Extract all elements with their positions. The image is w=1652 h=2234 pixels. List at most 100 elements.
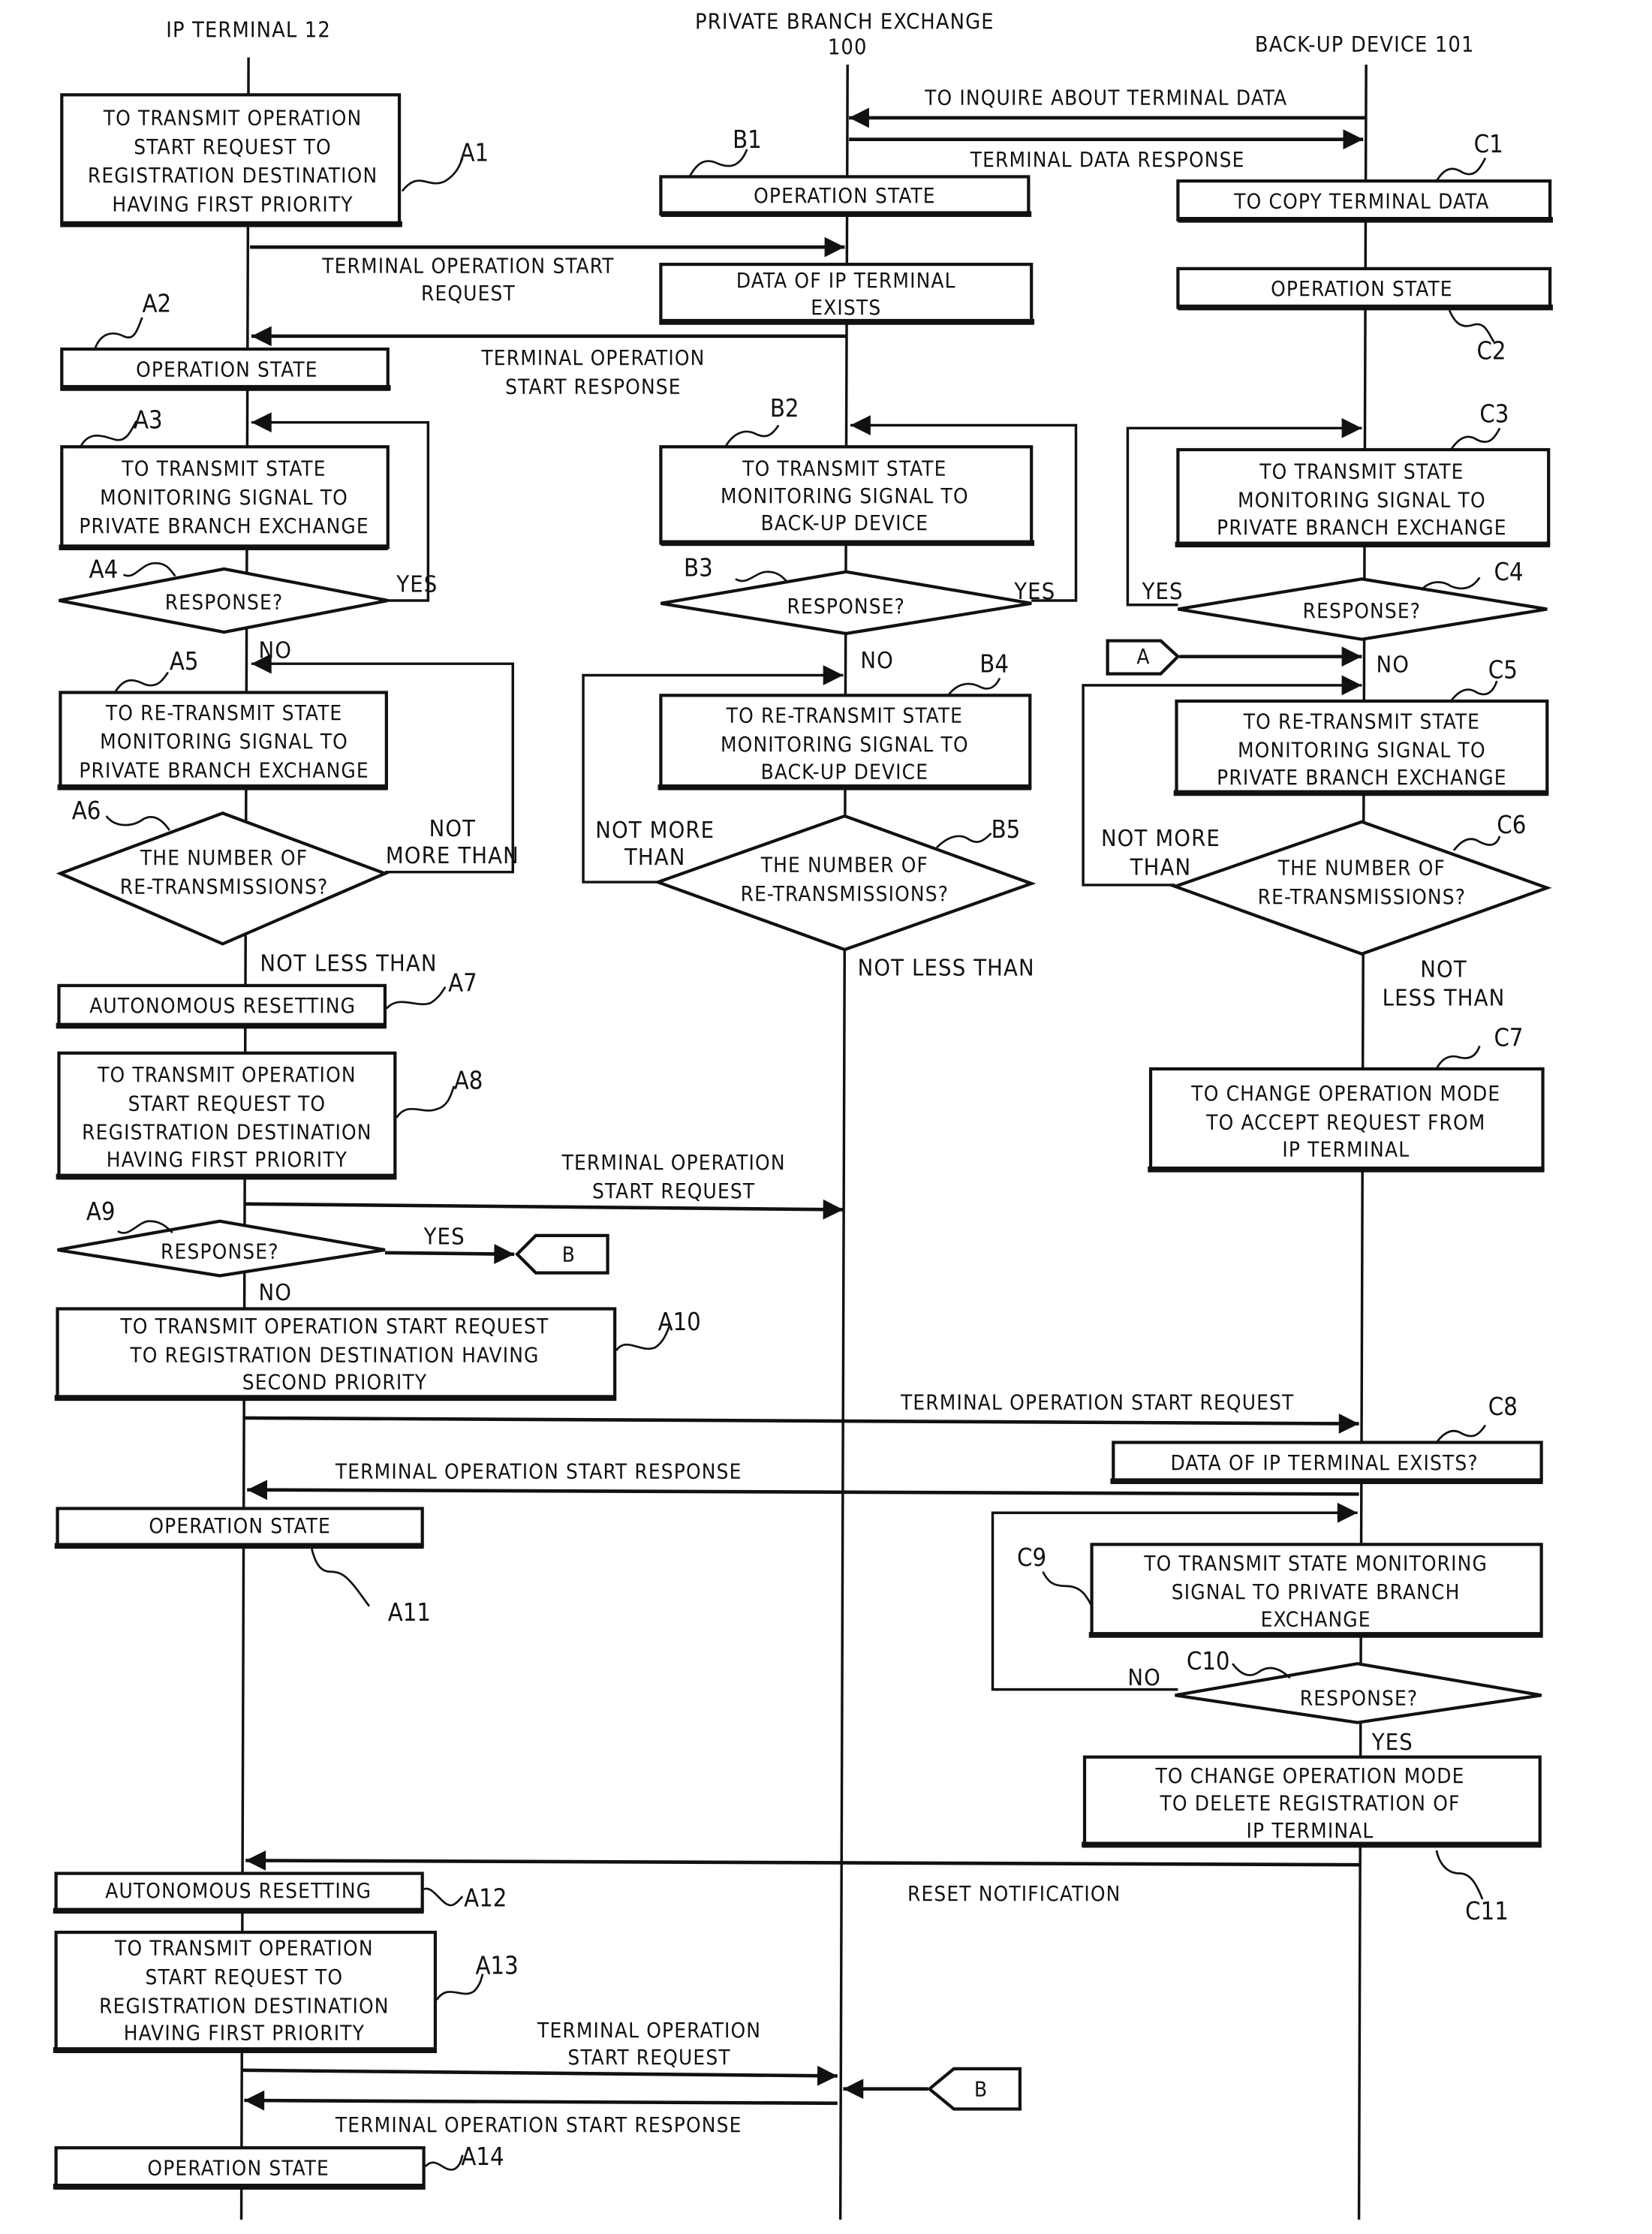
svg-text:PRIVATE BRANCH EXCHANGE: PRIVATE BRANCH EXCHANGE xyxy=(79,757,369,782)
svg-text:TERMINAL OPERATION START RESPO: TERMINAL OPERATION START RESPONSE xyxy=(335,1459,742,1483)
svg-text:PRIVATE BRANCH EXCHANGE: PRIVATE BRANCH EXCHANGE xyxy=(1217,765,1507,790)
svg-text:B5: B5 xyxy=(992,815,1021,844)
svg-text:TO DELETE REGISTRATION OF: TO DELETE REGISTRATION OF xyxy=(1159,1790,1460,1815)
connector-b-in: B xyxy=(843,2067,1022,2111)
connector-b-out: B xyxy=(515,1233,609,1275)
svg-text:B2: B2 xyxy=(770,394,799,423)
c4-yes-label: YES xyxy=(1142,579,1184,605)
svg-text:TO TRANSMIT STATE: TO TRANSMIT STATE xyxy=(121,456,326,480)
svg-text:C10: C10 xyxy=(1187,1647,1230,1676)
svg-text:TO TRANSMIT STATE: TO TRANSMIT STATE xyxy=(1259,459,1464,483)
svg-text:EXCHANGE: EXCHANGE xyxy=(1261,1606,1371,1631)
message-inquire-terminal-data: TO INQUIRE ABOUT TERMINAL DATA xyxy=(849,86,1367,128)
c10-yes-label: YES xyxy=(1371,1730,1413,1756)
svg-text:C7: C7 xyxy=(1494,1023,1523,1052)
b3-yes-label: YES xyxy=(1013,579,1055,605)
svg-text:A6: A6 xyxy=(72,796,101,825)
b3-no-label: NO xyxy=(860,648,894,674)
svg-text:TO TRANSMIT STATE MONITORING: TO TRANSMIT STATE MONITORING xyxy=(1143,1551,1488,1576)
step-a13: TO TRANSMIT OPERATION START REQUEST TO R… xyxy=(53,1930,519,2054)
svg-text:TO TRANSMIT OPERATION START RE: TO TRANSMIT OPERATION START REQUEST xyxy=(119,1314,549,1338)
svg-text:OPERATION STATE: OPERATION STATE xyxy=(136,357,318,381)
sequence-flowchart: IP TERMINAL 12 PRIVATE BRANCH EXCHANGE 1… xyxy=(53,8,1553,2220)
svg-text:PRIVATE BRANCH EXCHANGE: PRIVATE BRANCH EXCHANGE xyxy=(1217,515,1507,540)
svg-text:START REQUEST: START REQUEST xyxy=(592,1179,755,1203)
svg-text:MONITORING SIGNAL TO: MONITORING SIGNAL TO xyxy=(1238,488,1486,513)
step-a3: TO TRANSMIT STATE MONITORING SIGNAL TO P… xyxy=(59,405,390,550)
svg-text:OPERATION STATE: OPERATION STATE xyxy=(1271,276,1453,301)
svg-text:RESPONSE?: RESPONSE? xyxy=(787,594,906,619)
svg-text:TO COPY TERMINAL DATA: TO COPY TERMINAL DATA xyxy=(1233,189,1489,214)
a6-not-more-than-label-2: MORE THAN xyxy=(386,843,519,869)
decision-b5: THE NUMBER OF RE-TRANSMISSIONS? B5 NOT M… xyxy=(595,814,1037,981)
svg-text:MONITORING SIGNAL TO: MONITORING SIGNAL TO xyxy=(721,732,969,757)
svg-text:AUTONOMOUS RESETTING: AUTONOMOUS RESETTING xyxy=(89,993,356,1018)
svg-text:RE-TRANSMISSIONS?: RE-TRANSMISSIONS? xyxy=(741,881,949,906)
svg-text:RESPONSE?: RESPONSE? xyxy=(1303,598,1422,623)
svg-text:TERMINAL OPERATION START REQUE: TERMINAL OPERATION START REQUEST xyxy=(900,1389,1294,1414)
svg-text:C6: C6 xyxy=(1497,811,1526,839)
svg-text:B: B xyxy=(562,1242,576,1266)
a9-yes-label: YES xyxy=(423,1224,465,1250)
svg-text:A8: A8 xyxy=(454,1067,483,1095)
lane-title-pbx: PRIVATE BRANCH EXCHANGE xyxy=(695,8,995,34)
svg-text:EXISTS: EXISTS xyxy=(811,295,881,320)
svg-text:RE-TRANSMISSIONS?: RE-TRANSMISSIONS? xyxy=(120,874,329,899)
lane-title-backup: BACK-UP DEVICE 101 xyxy=(1255,32,1475,57)
lane-title-pbx-number: 100 xyxy=(828,35,868,60)
step-a12: AUTONOMOUS RESETTING A12 xyxy=(53,1871,507,1914)
step-a14: OPERATION STATE A14 xyxy=(53,2142,504,2190)
svg-text:A12: A12 xyxy=(464,1884,507,1913)
message-terminal-operation-start-response-4: TERMINAL OPERATION START RESPONSE xyxy=(244,2090,838,2137)
step-a2: OPERATION STATE A2 xyxy=(60,289,391,391)
svg-text:SECOND PRIORITY: SECOND PRIORITY xyxy=(242,1370,427,1395)
svg-text:TO CHANGE OPERATION MODE: TO CHANGE OPERATION MODE xyxy=(1190,1081,1500,1106)
decision-a9: RESPONSE? A9 YES NO xyxy=(57,1197,515,1306)
connector-a-in: A xyxy=(1106,639,1362,676)
svg-text:A9: A9 xyxy=(86,1197,116,1226)
a6-not-less-than-label: NOT LESS THAN xyxy=(260,951,437,977)
svg-text:REGISTRATION DESTINATION: REGISTRATION DESTINATION xyxy=(88,163,378,188)
svg-text:RE-TRANSMISSIONS?: RE-TRANSMISSIONS? xyxy=(1258,884,1467,909)
svg-text:TO RE-TRANSMIT STATE: TO RE-TRANSMIT STATE xyxy=(726,703,963,728)
svg-text:A5: A5 xyxy=(170,647,199,676)
svg-text:BACK-UP DEVICE: BACK-UP DEVICE xyxy=(761,510,929,535)
decision-c10: RESPONSE? C10 NO YES xyxy=(1127,1647,1542,1756)
c6-not-less-than-label-2: LESS THAN xyxy=(1383,986,1506,1012)
svg-text:A10: A10 xyxy=(658,1308,701,1336)
svg-text:C2: C2 xyxy=(1477,336,1506,365)
svg-text:A14: A14 xyxy=(461,2142,504,2171)
svg-text:START REQUEST TO: START REQUEST TO xyxy=(146,1965,344,1989)
svg-text:RESPONSE?: RESPONSE? xyxy=(1300,1686,1419,1711)
c6-not-more-than-label-2: THAN xyxy=(1130,855,1192,881)
svg-text:A1: A1 xyxy=(459,138,489,167)
svg-text:TO ACCEPT REQUEST FROM: TO ACCEPT REQUEST FROM xyxy=(1205,1109,1485,1134)
svg-text:REGISTRATION DESTINATION: REGISTRATION DESTINATION xyxy=(82,1120,372,1145)
step-b-data-exists: DATA OF IP TERMINAL EXISTS xyxy=(659,263,1035,325)
svg-text:C1: C1 xyxy=(1474,130,1503,158)
svg-text:C3: C3 xyxy=(1479,400,1509,429)
svg-text:DATA OF IP TERMINAL EXISTS?: DATA OF IP TERMINAL EXISTS? xyxy=(1170,1450,1478,1475)
decision-a6: THE NUMBER OF RE-TRANSMISSIONS? A6 NOT M… xyxy=(56,796,519,977)
svg-text:TO TRANSMIT OPERATION: TO TRANSMIT OPERATION xyxy=(97,1062,357,1087)
svg-text:THE NUMBER OF: THE NUMBER OF xyxy=(1277,856,1446,881)
svg-text:TO INQUIRE ABOUT TERMINAL DATA: TO INQUIRE ABOUT TERMINAL DATA xyxy=(924,86,1287,110)
svg-text:THE NUMBER OF: THE NUMBER OF xyxy=(140,845,308,870)
svg-text:IP TERMINAL: IP TERMINAL xyxy=(1282,1137,1410,1162)
svg-text:START REQUEST: START REQUEST xyxy=(567,2045,730,2070)
decision-c4: RESPONSE? C4 YES NO xyxy=(1142,558,1548,679)
svg-text:A2: A2 xyxy=(142,289,171,318)
svg-text:TO RE-TRANSMIT STATE: TO RE-TRANSMIT STATE xyxy=(105,700,342,725)
a4-no-label: NO xyxy=(259,638,293,664)
svg-text:START RESPONSE: START RESPONSE xyxy=(505,374,682,399)
svg-text:A13: A13 xyxy=(476,1952,519,1980)
svg-text:TERMINAL OPERATION START RESPO: TERMINAL OPERATION START RESPONSE xyxy=(335,2112,742,2137)
a4-yes-label: YES xyxy=(396,571,438,598)
lifeline-pbx xyxy=(838,65,849,2220)
b5-not-less-than-label: NOT LESS THAN xyxy=(858,955,1035,981)
svg-text:HAVING FIRST PRIORITY: HAVING FIRST PRIORITY xyxy=(112,191,353,216)
a6-not-more-than-label: NOT xyxy=(429,816,477,842)
svg-text:TO RE-TRANSMIT STATE: TO RE-TRANSMIT STATE xyxy=(1243,709,1480,733)
svg-text:START REQUEST TO: START REQUEST TO xyxy=(134,134,332,159)
svg-text:HAVING FIRST PRIORITY: HAVING FIRST PRIORITY xyxy=(107,1147,348,1172)
